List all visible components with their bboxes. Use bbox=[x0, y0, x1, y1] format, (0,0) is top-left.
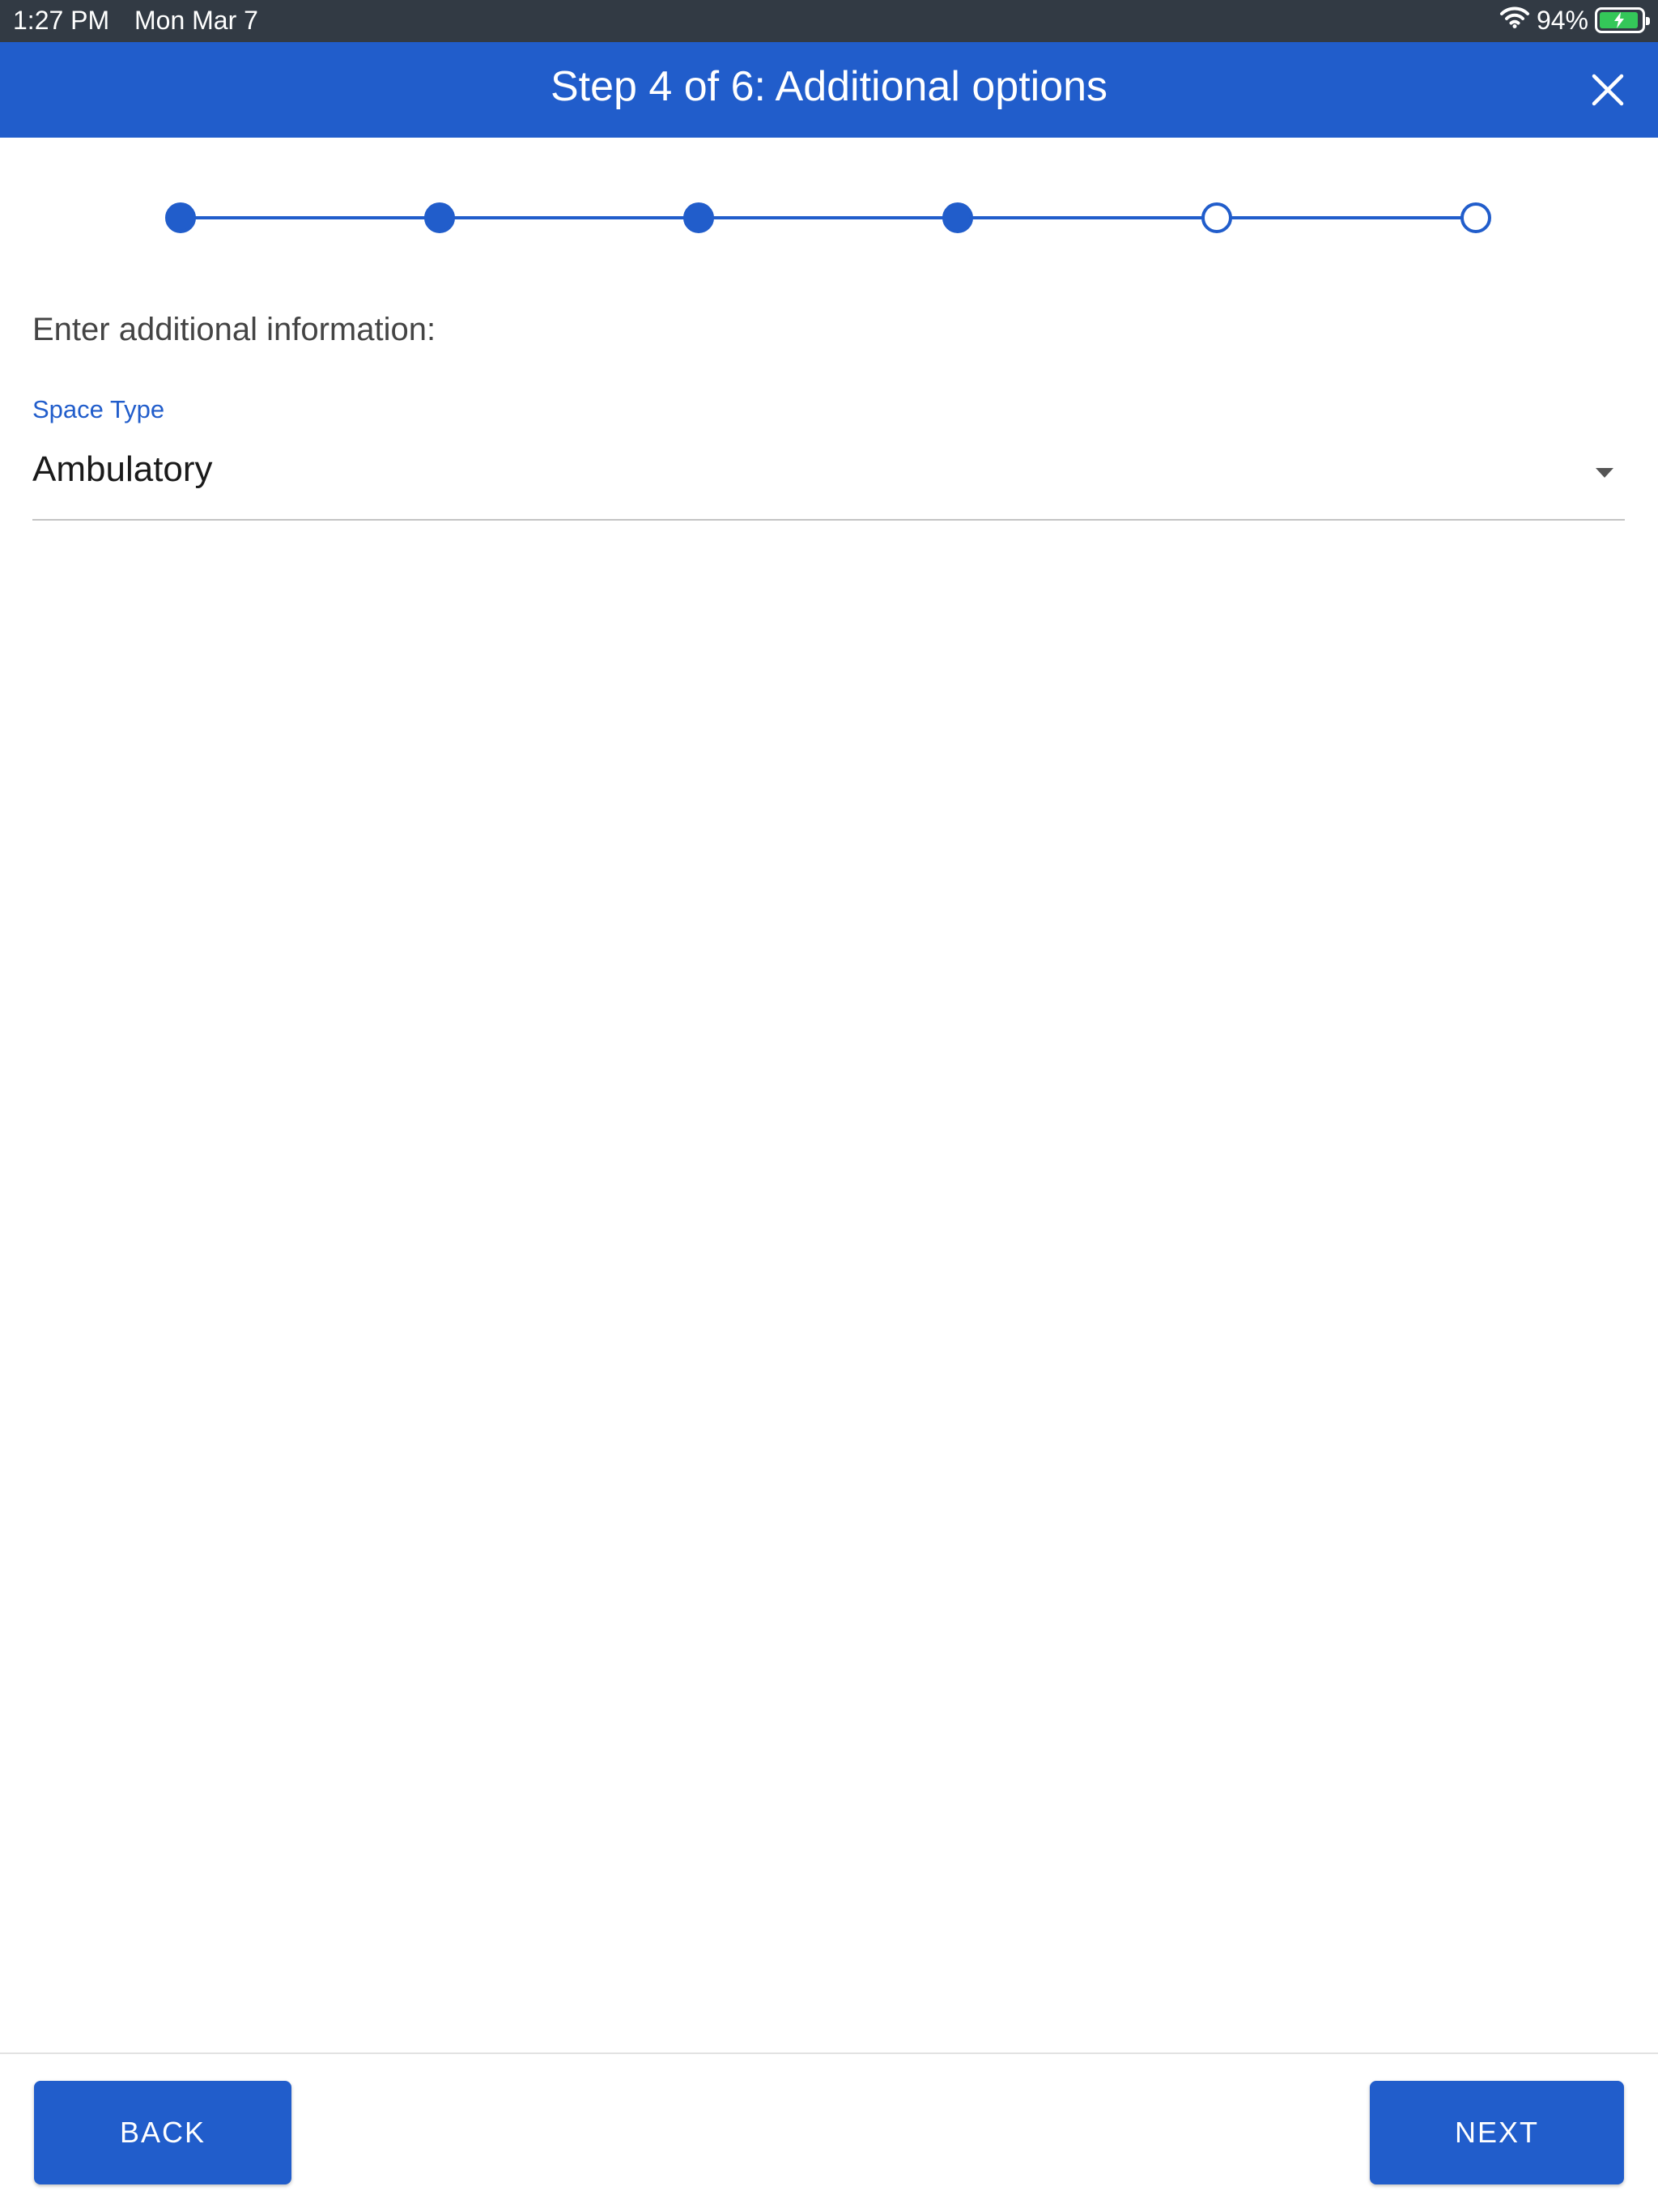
space-type-value: Ambulatory bbox=[32, 449, 213, 489]
progress-stepper bbox=[0, 186, 1658, 251]
status-date: Mon Mar 7 bbox=[134, 6, 258, 35]
chevron-down-icon bbox=[1596, 468, 1613, 478]
stepper-dot-complete bbox=[683, 202, 714, 233]
status-time: 1:27 PM bbox=[13, 6, 110, 35]
stepper-dot-complete bbox=[165, 202, 196, 233]
close-icon bbox=[1592, 74, 1624, 106]
stepper-dot-incomplete bbox=[1460, 202, 1491, 233]
stepper-graphic bbox=[165, 202, 1491, 233]
close-button[interactable] bbox=[1584, 66, 1632, 114]
stepper-dot-incomplete bbox=[1201, 202, 1232, 233]
space-type-label: Space Type bbox=[32, 395, 165, 423]
footer-divider bbox=[0, 2052, 1658, 2054]
instruction-text: Enter additional information: bbox=[32, 312, 436, 347]
back-button[interactable]: BACK bbox=[34, 2081, 291, 2184]
page-title: Step 4 of 6: Additional options bbox=[550, 63, 1108, 110]
stepper-dot-complete bbox=[942, 202, 973, 233]
battery-charging-icon bbox=[1595, 7, 1650, 33]
space-type-select[interactable]: Ambulatory bbox=[32, 441, 1625, 521]
battery-percent: 94% bbox=[1536, 5, 1588, 35]
status-bar: 1:27 PM Mon Mar 7 94% bbox=[0, 0, 1658, 42]
bolt-icon bbox=[1613, 12, 1624, 28]
stepper-dot-complete bbox=[424, 202, 455, 233]
next-button[interactable]: NEXT bbox=[1370, 2081, 1624, 2184]
status-indicators: 94% bbox=[1499, 5, 1650, 36]
battery-level-fill bbox=[1600, 12, 1638, 28]
app-header: Step 4 of 6: Additional options bbox=[0, 42, 1658, 138]
wifi-icon bbox=[1499, 5, 1530, 36]
